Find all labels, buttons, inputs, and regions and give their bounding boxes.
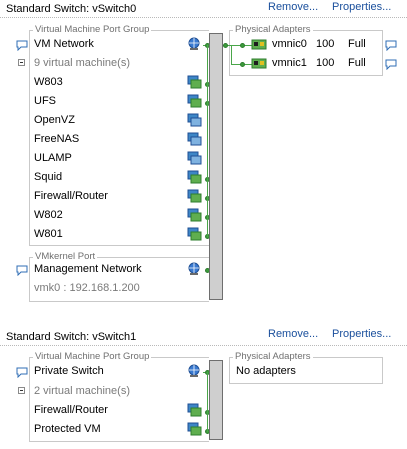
port-group-info-icon[interactable] — [16, 367, 28, 378]
collapse-vms-icon[interactable] — [18, 59, 25, 66]
vm-powered-off-icon — [187, 113, 202, 127]
vmkernel-info-icon[interactable] — [16, 265, 28, 276]
adapter-vmnic1-duplex: Full — [348, 57, 366, 69]
network-globe-icon — [188, 37, 200, 50]
vm-powered-on-icon — [187, 227, 202, 241]
switch0-bus — [209, 33, 223, 300]
switch1-remove-link[interactable]: Remove... — [268, 328, 318, 340]
vm-powered-on-icon — [187, 403, 202, 417]
network-globe-icon — [188, 364, 200, 377]
switch0-title: Standard Switch: vSwitch0 — [6, 3, 137, 15]
physical-nic-icon — [251, 58, 267, 69]
switch0-physical-adapters-label: Physical Adapters — [233, 24, 313, 35]
adapter-info-icon[interactable] — [385, 59, 397, 70]
vm-item-firewall-router[interactable]: Firewall/Router — [34, 190, 108, 202]
adapter-info-icon[interactable] — [385, 40, 397, 51]
switch1-bus — [209, 360, 223, 440]
vm-powered-on-icon — [187, 75, 202, 89]
switch0-vmkernel-name[interactable]: Management Network — [34, 263, 142, 275]
vm-item-firewall-router[interactable]: Firewall/Router — [34, 404, 108, 416]
vm-item-freenas[interactable]: FreeNAS — [34, 133, 79, 145]
switch1-title: Standard Switch: vSwitch1 — [6, 331, 137, 343]
vm-powered-off-icon — [187, 132, 202, 146]
vm-item-protected-vm[interactable]: Protected VM — [34, 423, 101, 435]
switch1-physical-adapters-label: Physical Adapters — [233, 351, 313, 362]
vm-powered-on-icon — [187, 422, 202, 436]
switch1-vm-count: 2 virtual machine(s) — [34, 385, 130, 397]
vm-connections-trunk — [207, 45, 208, 237]
adapter-vmnic1-speed: 100 — [316, 57, 335, 69]
connection-dot — [223, 43, 228, 48]
switch0-properties-link[interactable]: Properties... — [332, 1, 391, 13]
adapter-vmnic1-name[interactable]: vmnic1 — [272, 57, 307, 69]
vm-item-w801[interactable]: W801 — [34, 228, 63, 240]
adapter-vmnic0-name[interactable]: vmnic0 — [272, 38, 307, 50]
collapse-vms-icon[interactable] — [18, 387, 25, 394]
adapter-vmnic0-speed: 100 — [316, 38, 335, 50]
vm-powered-on-icon — [187, 170, 202, 184]
port-group-info-icon[interactable] — [16, 40, 28, 51]
vm-item-squid[interactable]: Squid — [34, 171, 62, 183]
vm-connections-trunk — [207, 372, 208, 432]
vm-item-ulamp[interactable]: ULAMP — [34, 152, 72, 164]
switch0-port-group-name[interactable]: VM Network — [34, 38, 94, 50]
switch0-remove-link[interactable]: Remove... — [268, 1, 318, 13]
vm-powered-on-icon — [187, 94, 202, 108]
switch1-properties-link[interactable]: Properties... — [332, 328, 391, 340]
connection-dot — [240, 62, 245, 67]
vm-item-openvz[interactable]: OpenVZ — [34, 114, 75, 126]
vm-powered-off-icon — [187, 151, 202, 165]
switch1-separator — [0, 345, 407, 346]
switch0-vmkernel-address: vmk0 : 192.168.1.200 — [34, 282, 140, 294]
vm-powered-on-icon — [187, 208, 202, 222]
switch0-vm-port-group-label: Virtual Machine Port Group — [33, 24, 152, 35]
vm-powered-on-icon — [187, 189, 202, 203]
switch0-vmkernel-label: VMkernel Port — [33, 251, 98, 262]
switch0-vm-count: 9 virtual machine(s) — [34, 57, 130, 69]
uplink-trunk — [231, 45, 232, 64]
physical-nic-icon — [251, 39, 267, 50]
vm-item-ufs[interactable]: UFS — [34, 95, 56, 107]
switch1-port-group-name[interactable]: Private Switch — [34, 365, 104, 377]
switch0-separator — [0, 17, 407, 18]
switch1-vm-port-group-label: Virtual Machine Port Group — [33, 351, 152, 362]
connection-dot — [240, 43, 245, 48]
vm-item-w802[interactable]: W802 — [34, 209, 63, 221]
adapter-vmnic0-duplex: Full — [348, 38, 366, 50]
vm-item-w803[interactable]: W803 — [34, 76, 63, 88]
network-globe-icon — [188, 262, 200, 275]
switch1-no-adapters: No adapters — [236, 365, 296, 377]
